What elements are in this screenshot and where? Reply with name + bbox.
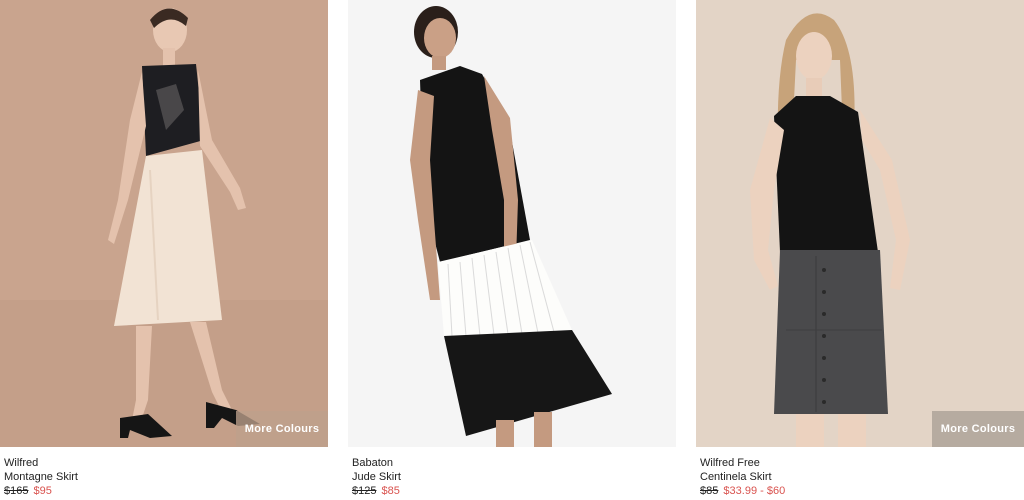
product-info: Babaton Jude Skirt $125 $85 xyxy=(352,456,672,498)
sale-price-high: $60 xyxy=(766,485,786,497)
product-name[interactable]: Jude Skirt xyxy=(352,470,672,484)
price-range-separator: - xyxy=(757,485,767,497)
product-card: More Colours Wilfred Montagne Skirt $165… xyxy=(0,0,328,500)
original-price: $125 xyxy=(352,485,377,497)
product-info: Wilfred Free Centinela Skirt $85 $33.99 … xyxy=(700,456,1020,498)
product-image-centinela-skirt[interactable]: More Colours xyxy=(696,0,1024,447)
product-card: More Colours Wilfred Free Centinela Skir… xyxy=(696,0,1024,500)
product-image-montagne-skirt[interactable]: More Colours xyxy=(0,0,328,447)
sale-price: $95 xyxy=(33,485,52,497)
product-grid: More Colours Wilfred Montagne Skirt $165… xyxy=(0,0,1024,500)
product-card: Babaton Jude Skirt $125 $85 xyxy=(348,0,676,500)
product-brand[interactable]: Babaton xyxy=(352,456,672,470)
price-row: $85 $33.99 - $60 xyxy=(700,484,1020,498)
product-brand[interactable]: Wilfred xyxy=(4,456,324,470)
product-info: Wilfred Montagne Skirt $165 $95 xyxy=(4,456,324,498)
product-name[interactable]: Montagne Skirt xyxy=(4,470,324,484)
price-row: $125 $85 xyxy=(352,484,672,498)
product-name[interactable]: Centinela Skirt xyxy=(700,470,1020,484)
original-price: $85 xyxy=(700,485,719,497)
more-colours-button[interactable]: More Colours xyxy=(932,411,1024,447)
product-image-jude-skirt[interactable] xyxy=(348,0,676,447)
sale-price: $85 xyxy=(381,485,400,497)
price-row: $165 $95 xyxy=(4,484,324,498)
more-colours-button[interactable]: More Colours xyxy=(236,411,328,447)
sale-price-low: $33.99 xyxy=(723,485,758,497)
original-price: $165 xyxy=(4,485,29,497)
product-brand[interactable]: Wilfred Free xyxy=(700,456,1020,470)
